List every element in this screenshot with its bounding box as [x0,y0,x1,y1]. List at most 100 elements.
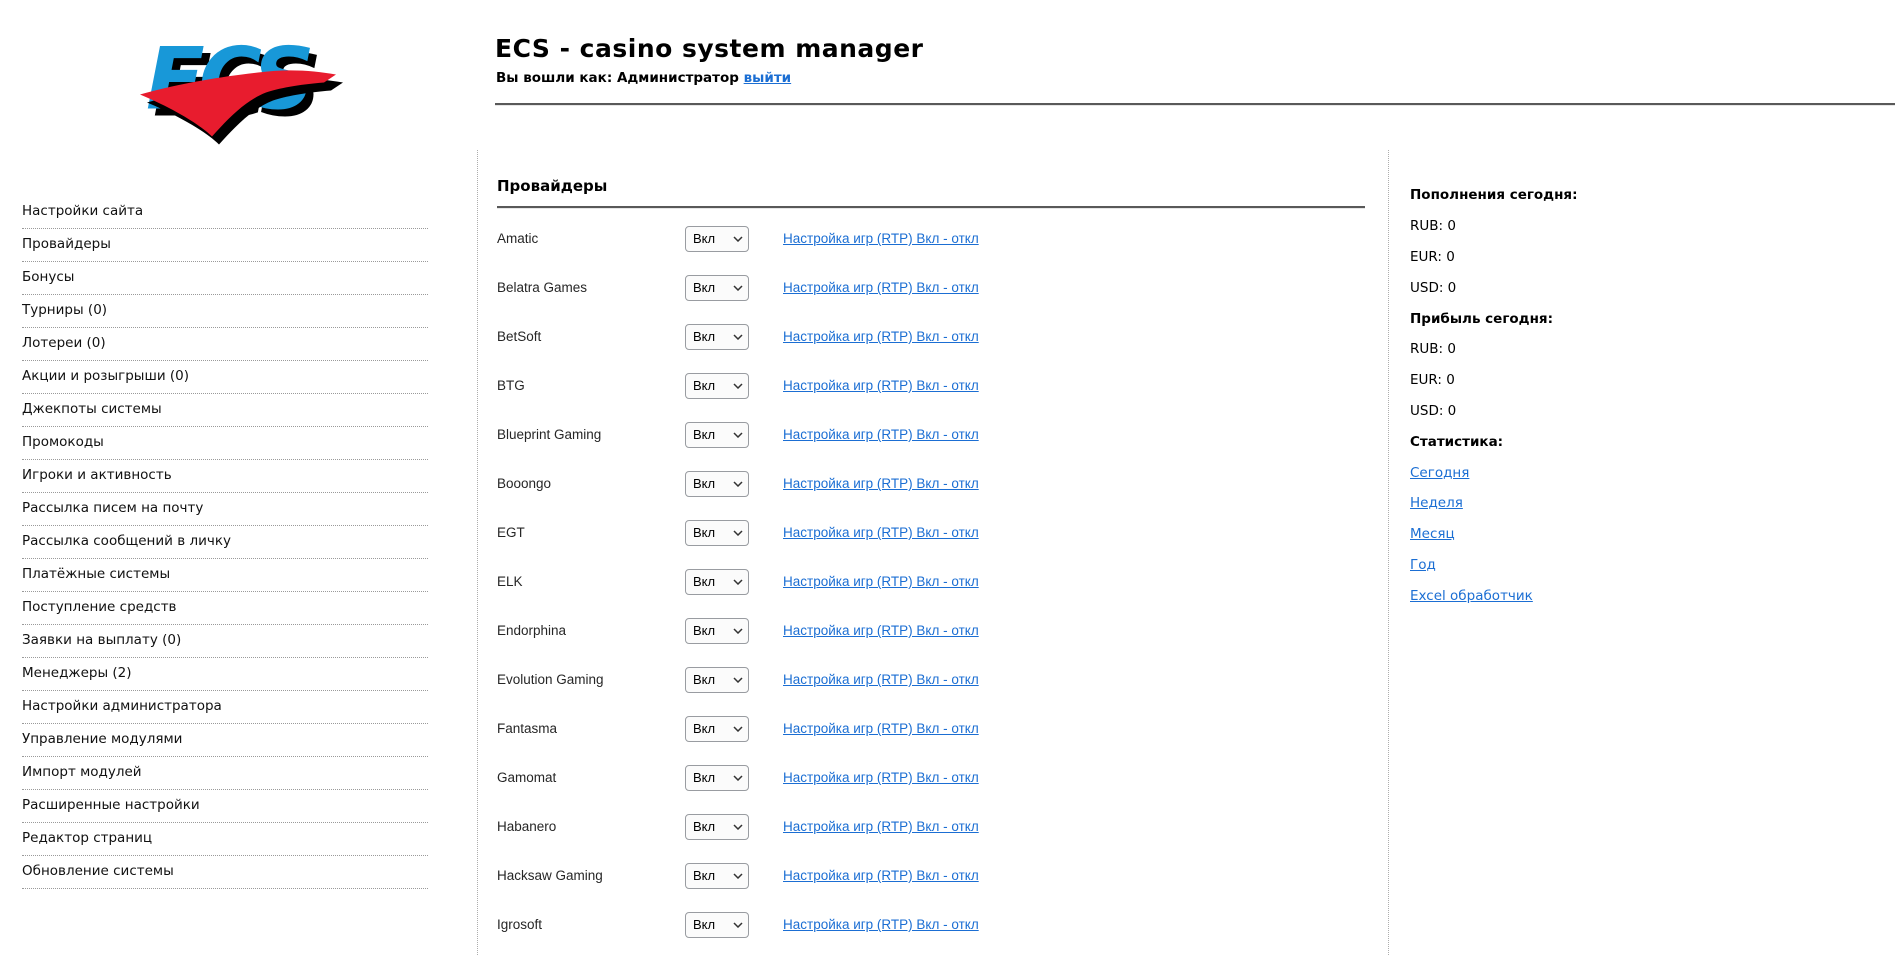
provider-state-select[interactable]: Вкл [685,912,749,938]
providers-section-title: Провайдеры [497,177,607,195]
sidebar-item-label: Редактор страниц [22,830,152,846]
sidebar-item[interactable]: Настройки сайта [22,196,428,229]
provider-rtp-link[interactable]: Настройка игр (RTP) Вкл - откл [783,427,979,442]
provider-row: Igrosoft Вкл Настройка игр (RTP) Вкл - о… [497,900,1365,949]
stats-link-today[interactable]: Сегодня [1410,465,1469,481]
provider-state-select-wrap: Вкл [685,275,749,301]
provider-name: Gamomat [497,770,685,785]
provider-state-select-wrap: Вкл [685,422,749,448]
sidebar-item[interactable]: Настройки администратора [22,691,428,724]
sidebar-item[interactable]: Управление модулями [22,724,428,757]
provider-state-select[interactable]: Вкл [685,324,749,350]
provider-name: ELK [497,574,685,589]
provider-state-select[interactable]: Вкл [685,422,749,448]
provider-rtp-link[interactable]: Настройка игр (RTP) Вкл - откл [783,672,979,687]
provider-name: Belatra Games [497,280,685,295]
sidebar-item[interactable]: Импорт модулей [22,757,428,790]
profit-eur: EUR: 0 [1410,365,1880,396]
stats-link-month[interactable]: Месяц [1410,526,1455,542]
stats-link-year[interactable]: Год [1410,557,1436,573]
provider-state-select-wrap: Вкл [685,814,749,840]
sidebar-item-label: Управление модулями [22,731,182,747]
provider-state-select[interactable]: Вкл [685,765,749,791]
sidebar-item[interactable]: Рассылка сообщений в личку [22,526,428,559]
sidebar-item[interactable]: Игроки и активность [22,460,428,493]
provider-rtp-link[interactable]: Настройка игр (RTP) Вкл - откл [783,770,979,785]
provider-state-select[interactable]: Вкл [685,667,749,693]
sidebar-item-label: Рассылка сообщений в личку [22,533,231,549]
provider-name: Fantasma [497,721,685,736]
provider-name: Igrosoft [497,917,685,932]
stats-link-week[interactable]: Неделя [1410,495,1463,511]
provider-rtp-link[interactable]: Настройка игр (RTP) Вкл - откл [783,819,979,834]
provider-row: EGT Вкл Настройка игр (RTP) Вкл - откл [497,508,1365,557]
profit-usd: USD: 0 [1410,396,1880,427]
provider-rtp-link[interactable]: Настройка игр (RTP) Вкл - откл [783,868,979,883]
sidebar-item[interactable]: Турниры (0) [22,295,428,328]
provider-name: BTG [497,378,685,393]
provider-state-select-wrap: Вкл [685,471,749,497]
provider-name: Hacksaw Gaming [497,868,685,883]
sidebar-item[interactable]: Заявки на выплату (0) [22,625,428,658]
sidebar-item[interactable]: Бонусы [22,262,428,295]
provider-state-select[interactable]: Вкл [685,569,749,595]
provider-state-select-wrap: Вкл [685,226,749,252]
stats-link-excel[interactable]: Excel обработчик [1410,588,1533,604]
provider-rtp-link[interactable]: Настройка игр (RTP) Вкл - откл [783,574,979,589]
provider-name: Amatic [497,231,685,246]
sidebar-item[interactable]: Провайдеры [22,229,428,262]
sidebar-item[interactable]: Менеджеры (2) [22,658,428,691]
provider-state-select[interactable]: Вкл [685,226,749,252]
sidebar-item[interactable]: Редактор страниц [22,823,428,856]
profit-rub: RUB: 0 [1410,334,1880,365]
provider-state-select[interactable]: Вкл [685,863,749,889]
provider-state-select[interactable]: Вкл [685,814,749,840]
ecs-logo: ECS ECS [138,18,343,153]
sidebar-item[interactable]: Обновление системы [22,856,428,889]
sidebar-item-label: Менеджеры (2) [22,665,132,681]
sidebar-item[interactable]: Промокоды [22,427,428,460]
provider-state-select[interactable]: Вкл [685,618,749,644]
sidebar-item-label: Бонусы [22,269,74,285]
page-title: ECS - casino system manager [495,34,923,63]
sidebar-item[interactable]: Платёжные системы [22,559,428,592]
provider-rtp-link[interactable]: Настройка игр (RTP) Вкл - откл [783,231,979,246]
sidebar-item-label: Поступление средств [22,599,177,615]
provider-rtp-link[interactable]: Настройка игр (RTP) Вкл - откл [783,917,979,932]
sidebar-item-label: Настройки сайта [22,203,143,219]
login-user: Администратор [617,70,739,86]
provider-rtp-link[interactable]: Настройка игр (RTP) Вкл - откл [783,525,979,540]
provider-state-select[interactable]: Вкл [685,716,749,742]
sidebar-item-label: Турниры (0) [22,302,107,318]
provider-rtp-link[interactable]: Настройка игр (RTP) Вкл - откл [783,329,979,344]
provider-row: Fantasma Вкл Настройка игр (RTP) Вкл - о… [497,704,1365,753]
provider-rtp-link[interactable]: Настройка игр (RTP) Вкл - откл [783,721,979,736]
sidebar-item[interactable]: Джекпоты системы [22,394,428,427]
provider-state-select[interactable]: Вкл [685,373,749,399]
admin-page: ECS ECS ECS - casino system manager Вы в… [0,0,1903,955]
statistics-title: Статистика: [1410,426,1880,457]
logout-link[interactable]: выйти [744,70,792,86]
provider-rtp-link[interactable]: Настройка игр (RTP) Вкл - откл [783,280,979,295]
sidebar-item[interactable]: Расширенные настройки [22,790,428,823]
sidebar-item[interactable]: Акции и розыгрыши (0) [22,361,428,394]
sidebar-menu: Настройки сайта Провайдеры Бонусы Турнир… [22,196,428,889]
provider-state-select-wrap: Вкл [685,373,749,399]
sidebar-item[interactable]: Поступление средств [22,592,428,625]
sidebar-item-label: Рассылка писем на почту [22,500,203,516]
provider-state-select[interactable]: Вкл [685,471,749,497]
provider-rtp-link[interactable]: Настройка игр (RTP) Вкл - откл [783,476,979,491]
deposits-rub: RUB: 0 [1410,211,1880,242]
sidebar-item-label: Расширенные настройки [22,797,200,813]
sidebar-item-label: Настройки администратора [22,698,222,714]
sidebar-item[interactable]: Рассылка писем на почту [22,493,428,526]
provider-row: Blueprint Gaming Вкл Настройка игр (RTP)… [497,410,1365,459]
provider-rtp-link[interactable]: Настройка игр (RTP) Вкл - откл [783,623,979,638]
header-divider [495,103,1895,106]
provider-state-select-wrap: Вкл [685,716,749,742]
sidebar-item-label: Акции и розыгрыши (0) [22,368,189,384]
provider-state-select[interactable]: Вкл [685,520,749,546]
provider-rtp-link[interactable]: Настройка игр (RTP) Вкл - откл [783,378,979,393]
sidebar-item[interactable]: Лотереи (0) [22,328,428,361]
provider-state-select[interactable]: Вкл [685,275,749,301]
